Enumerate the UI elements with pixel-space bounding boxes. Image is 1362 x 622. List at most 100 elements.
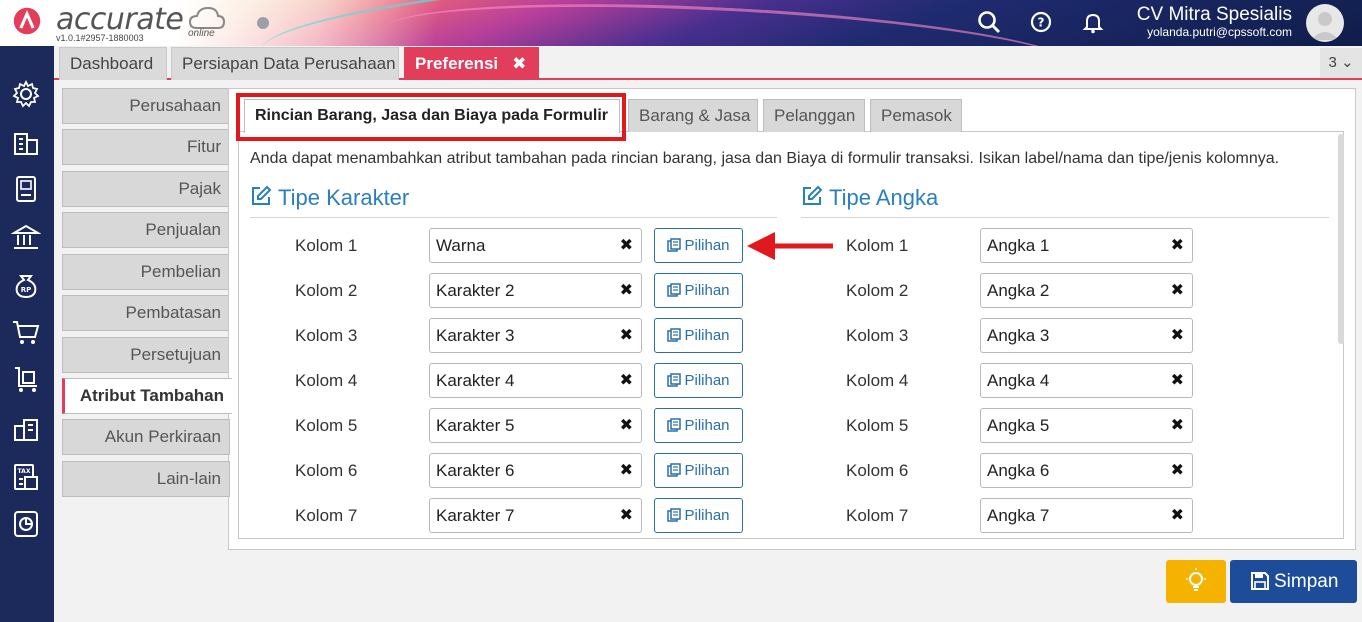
menu-penjualan[interactable]: Penjualan <box>62 212 230 248</box>
bank-icon[interactable] <box>11 222 41 252</box>
field-value: Warna <box>436 236 486 255</box>
menu-akun-perkiraan[interactable]: Akun Perkiraan <box>62 419 230 455</box>
tab-preferensi[interactable]: Preferensi ✖ <box>404 47 539 80</box>
pilihan-button[interactable]: Pilihan <box>654 273 743 308</box>
clear-icon[interactable]: ✖ <box>620 364 633 397</box>
karakter-kolom-2-field[interactable]: Karakter 2 ✖ <box>429 273 642 308</box>
tab-overflow-dropdown[interactable]: 3 ⌄ <box>1320 48 1362 78</box>
karakter-kolom-7-field[interactable]: Karakter 7 ✖ <box>429 498 642 533</box>
menu-label: Pembelian <box>140 262 221 281</box>
copy-icon <box>667 418 682 432</box>
angka-kolom-2-field[interactable]: Angka 2 ✖ <box>980 273 1193 308</box>
angka-kolom-3-field[interactable]: Angka 3 ✖ <box>980 318 1193 353</box>
copy-icon <box>667 328 682 342</box>
subtab-pemasok[interactable]: Pemasok <box>870 99 962 132</box>
company-name[interactable]: CV Mitra Spesialis <box>1137 4 1292 26</box>
subtab-label: Barang & Jasa <box>639 106 751 125</box>
clear-icon[interactable]: ✖ <box>620 229 633 262</box>
pilihan-button[interactable]: Pilihan <box>654 498 743 533</box>
tax-icon[interactable]: TAX <box>11 462 41 492</box>
subtab-pelanggan[interactable]: Pelanggan <box>763 99 865 132</box>
angka-kolom-6-field[interactable]: Angka 6 ✖ <box>980 453 1193 488</box>
svg-text:?: ? <box>1038 16 1045 30</box>
karakter-kolom-5-field[interactable]: Karakter 5 ✖ <box>429 408 642 443</box>
avatar[interactable] <box>1306 4 1344 42</box>
menu-pembelian[interactable]: Pembelian <box>62 254 230 290</box>
angka-kolom-1-field[interactable]: Angka 1 ✖ <box>980 228 1193 263</box>
field-value: Angka 5 <box>987 416 1050 435</box>
menu-lain-lain[interactable]: Lain-lain <box>62 461 230 497</box>
close-tab-icon[interactable]: ✖ <box>512 48 526 80</box>
clear-icon[interactable]: ✖ <box>620 319 633 352</box>
purchase-icon[interactable] <box>11 364 41 394</box>
karakter-kolom-6-field[interactable]: Karakter 6 ✖ <box>429 453 642 488</box>
report-icon[interactable] <box>11 509 41 539</box>
karakter-kolom-1-field[interactable]: Warna ✖ <box>429 228 642 263</box>
top-header: accurate v1.0.1#2957-1880003 online ? CV… <box>0 0 1362 46</box>
pilihan-button[interactable]: Pilihan <box>654 453 743 488</box>
menu-perusahaan[interactable]: Perusahaan <box>62 88 230 124</box>
karakter-row-label: Kolom 2 <box>295 281 358 300</box>
section-title-karakter: Tipe Karakter <box>250 185 409 211</box>
copy-icon <box>667 508 682 522</box>
clear-icon[interactable]: ✖ <box>1171 364 1184 397</box>
save-button[interactable]: Simpan <box>1230 560 1357 603</box>
app-logo[interactable]: accurate v1.0.1#2957-1880003 online <box>4 2 234 44</box>
pilihan-button[interactable]: Pilihan <box>654 408 743 443</box>
tips-button[interactable] <box>1166 560 1226 603</box>
menu-pajak[interactable]: Pajak <box>62 171 230 207</box>
copy-icon <box>667 283 682 297</box>
edit-icon <box>252 185 272 205</box>
settings-icon[interactable] <box>11 79 41 109</box>
pilihan-button[interactable]: Pilihan <box>654 228 743 263</box>
pilihan-button[interactable]: Pilihan <box>654 363 743 398</box>
button-label: Pilihan <box>684 462 730 479</box>
clear-icon[interactable]: ✖ <box>1171 274 1184 307</box>
warehouse-icon[interactable] <box>11 414 41 444</box>
field-value: Angka 7 <box>987 506 1050 525</box>
angka-kolom-7-field[interactable]: Angka 7 ✖ <box>980 498 1193 533</box>
vertical-scrollbar[interactable] <box>1338 134 1344 344</box>
menu-persetujuan[interactable]: Persetujuan <box>62 337 230 373</box>
field-value: Karakter 3 <box>436 326 515 345</box>
clear-icon[interactable]: ✖ <box>1171 229 1184 262</box>
menu-pembatasan[interactable]: Pembatasan <box>62 295 230 331</box>
cart-icon[interactable] <box>11 317 41 347</box>
search-icon[interactable] <box>976 9 1002 35</box>
menu-label: Pembatasan <box>125 303 221 322</box>
section-title-angka: Tipe Angka <box>801 185 938 211</box>
menu-atribut-tambahan[interactable]: Atribut Tambahan <box>62 378 232 414</box>
subtab-barang-jasa[interactable]: Barang & Jasa <box>628 99 758 132</box>
tab-persiapan-data[interactable]: Persiapan Data Perusahaan <box>171 47 399 80</box>
building-icon[interactable] <box>11 128 41 158</box>
clear-icon[interactable]: ✖ <box>1171 409 1184 442</box>
clear-icon[interactable]: ✖ <box>620 274 633 307</box>
angka-kolom-4-field[interactable]: Angka 4 ✖ <box>980 363 1193 398</box>
tab-dashboard[interactable]: Dashboard <box>59 47 167 80</box>
field-value: Karakter 2 <box>436 281 515 300</box>
tab-bar: Dashboard Persiapan Data Perusahaan Pref… <box>54 46 1362 80</box>
subtab-rincian-barang[interactable]: Rincian Barang, Jasa dan Biaya pada Form… <box>244 99 620 133</box>
karakter-kolom-4-field[interactable]: Karakter 4 ✖ <box>429 363 642 398</box>
clear-icon[interactable]: ✖ <box>620 499 633 532</box>
pilihan-button[interactable]: Pilihan <box>654 318 743 353</box>
svg-text:RP: RP <box>21 286 32 294</box>
clear-icon[interactable]: ✖ <box>620 454 633 487</box>
logo-text: accurate <box>56 2 184 37</box>
clear-icon[interactable]: ✖ <box>1171 319 1184 352</box>
field-value: Angka 1 <box>987 236 1050 255</box>
clear-icon[interactable]: ✖ <box>620 409 633 442</box>
angka-row-label: Kolom 4 <box>846 371 909 390</box>
book-icon[interactable] <box>11 174 41 204</box>
karakter-kolom-3-field[interactable]: Karakter 3 ✖ <box>429 318 642 353</box>
menu-fitur[interactable]: Fitur <box>62 129 230 165</box>
angka-kolom-5-field[interactable]: Angka 5 ✖ <box>980 408 1193 443</box>
help-icon[interactable]: ? <box>1028 9 1054 35</box>
clear-icon[interactable]: ✖ <box>1171 499 1184 532</box>
clear-icon[interactable]: ✖ <box>1171 454 1184 487</box>
field-value: Angka 6 <box>987 461 1050 480</box>
money-bag-icon[interactable]: RP <box>11 270 41 300</box>
bell-icon[interactable] <box>1080 9 1106 35</box>
karakter-row-label: Kolom 1 <box>295 236 358 255</box>
edit-icon <box>803 185 823 205</box>
